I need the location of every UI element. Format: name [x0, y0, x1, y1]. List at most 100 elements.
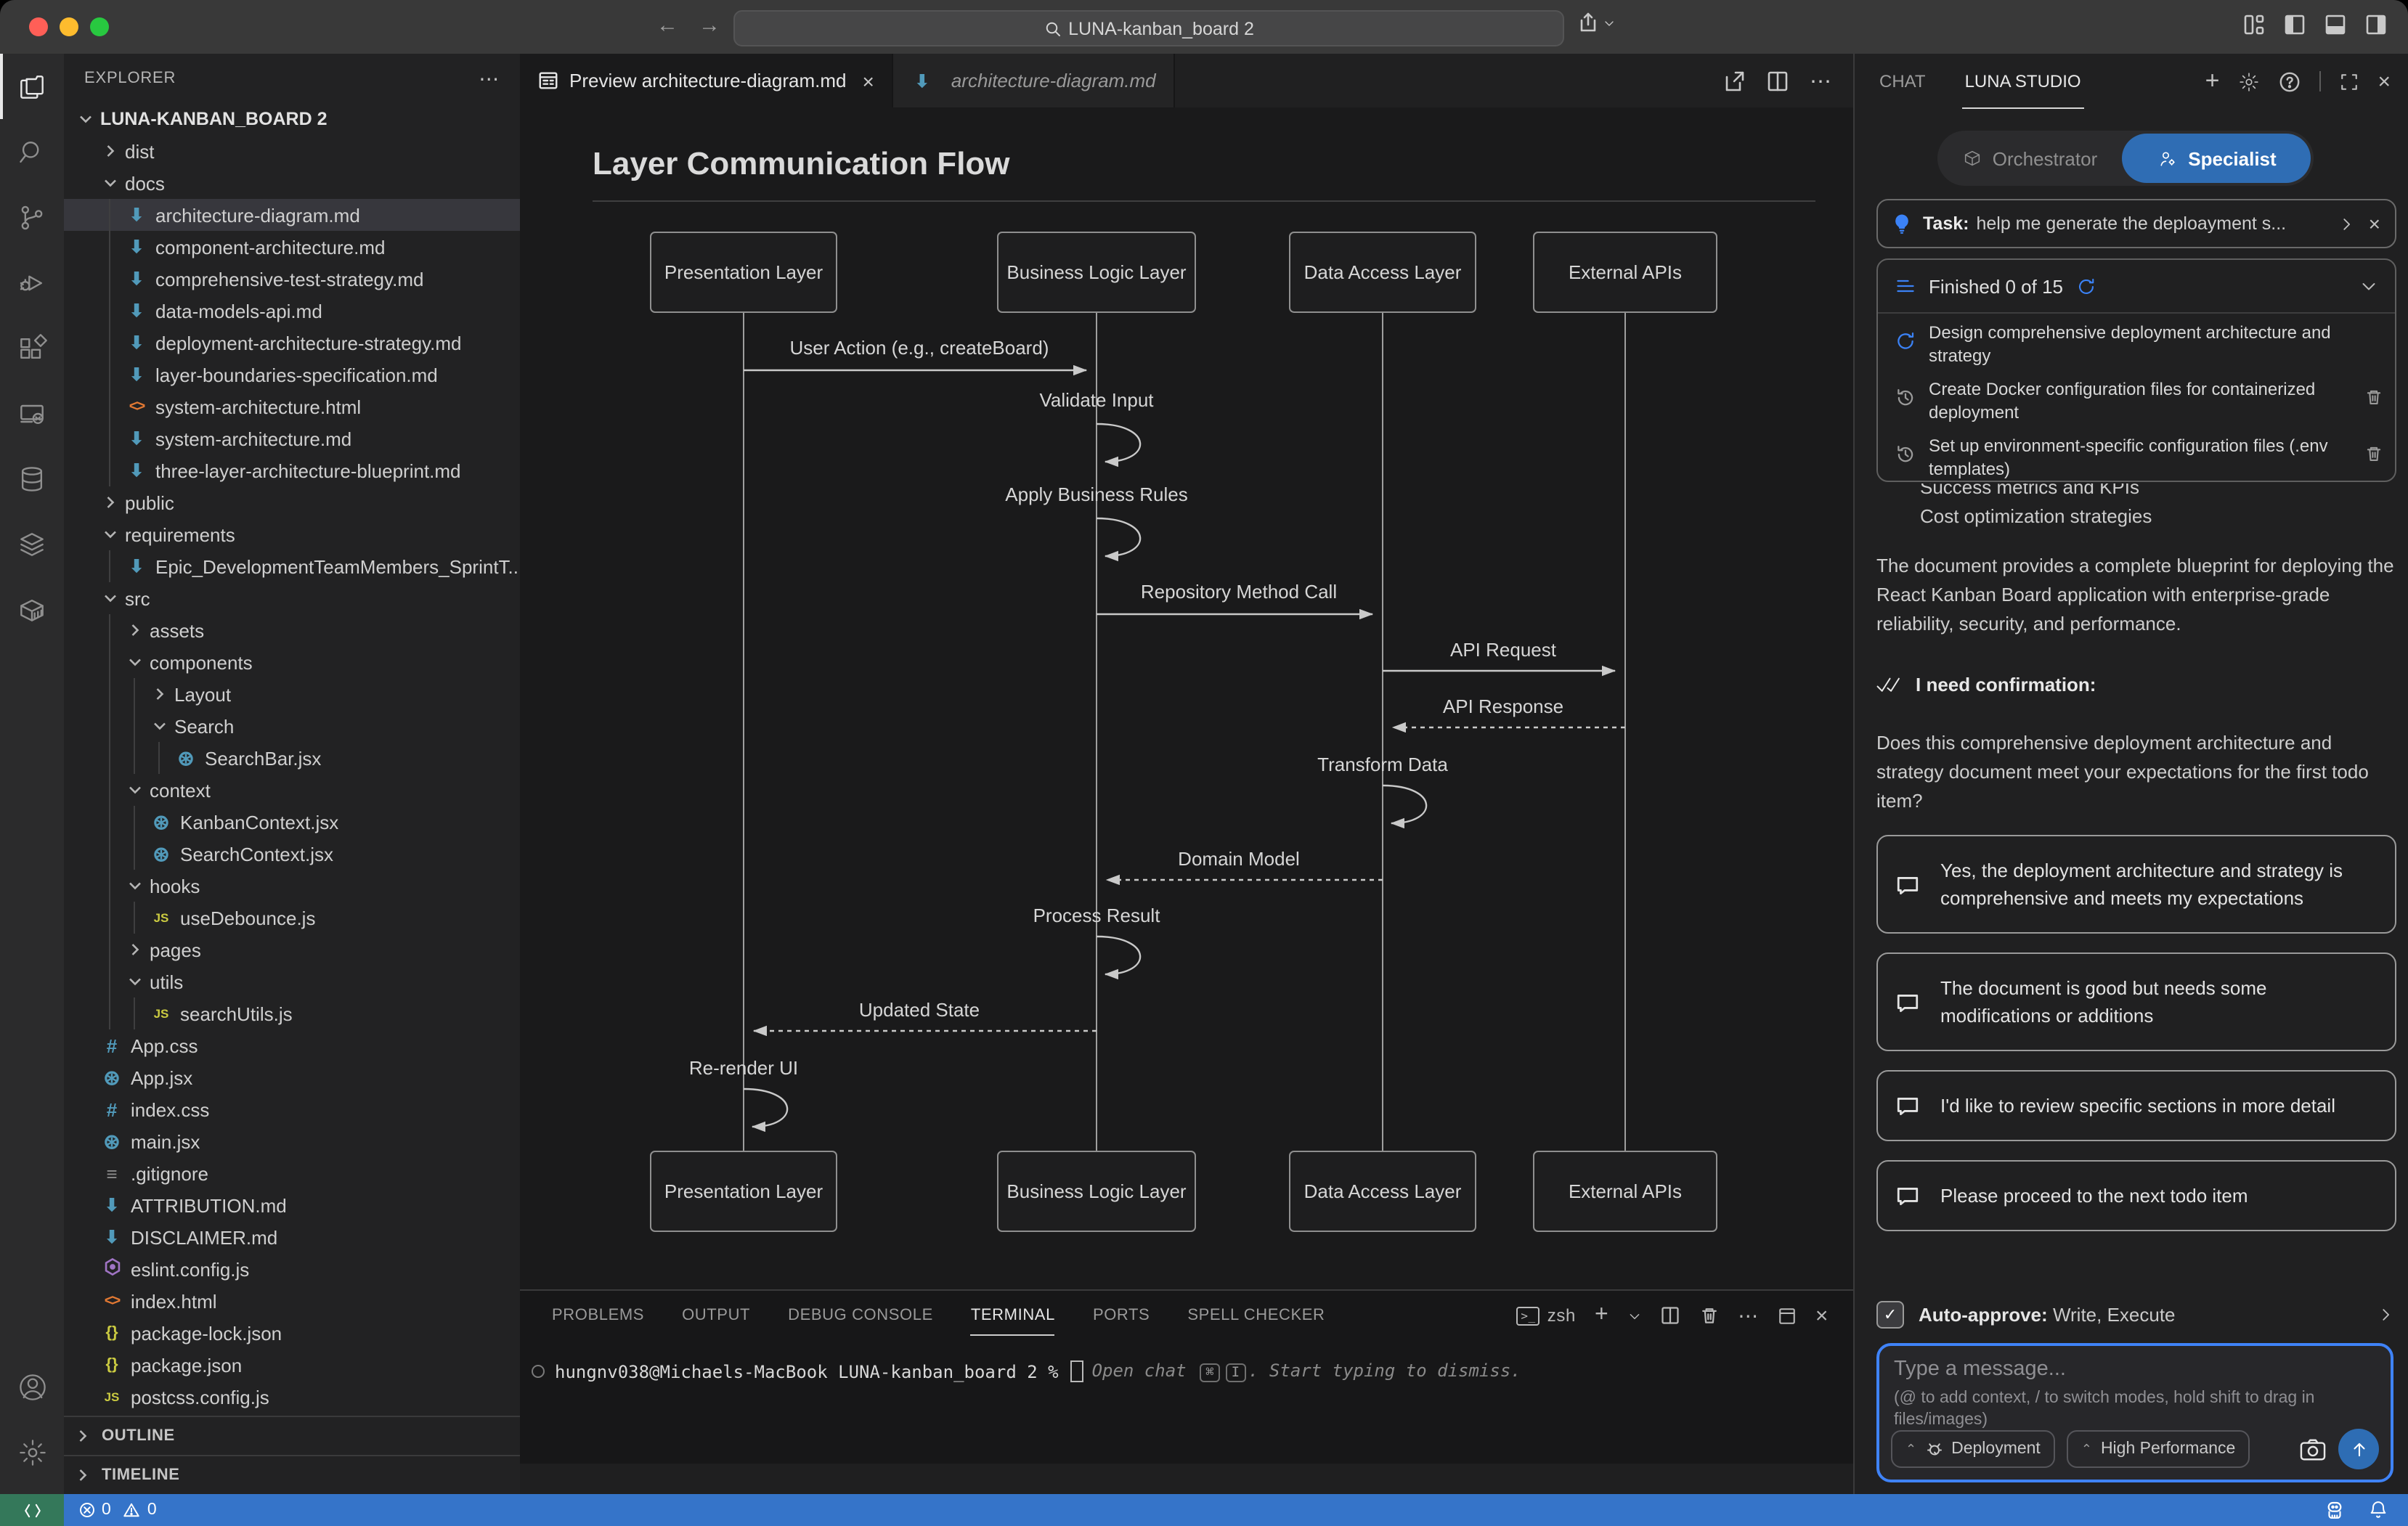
deployment-mode-pill[interactable]: ⌃ Deployment — [1891, 1430, 2055, 1468]
tree-item-components[interactable]: components — [64, 646, 520, 678]
auto-approve-expand-icon[interactable] — [2378, 1306, 2393, 1322]
tree-item-app-css[interactable]: #App.css — [64, 1029, 520, 1061]
panel-tab-debug-console[interactable]: DEBUG CONSOLE — [788, 1307, 933, 1324]
send-message-button[interactable] — [2338, 1429, 2379, 1469]
share-icon[interactable] — [1577, 12, 1615, 35]
source-control-activity-icon[interactable] — [0, 184, 64, 250]
split-editor-icon[interactable] — [1766, 69, 1789, 92]
tree-item-package-lock-json[interactable]: {}package-lock.json — [64, 1317, 520, 1349]
tree-item-requirements[interactable]: requirements — [64, 518, 520, 550]
delete-todo-icon[interactable] — [2364, 388, 2383, 407]
tree-item-architecture-diagram-md[interactable]: ⬇architecture-diagram.md — [64, 199, 520, 231]
tree-item-postcss-config-js[interactable]: JSpostcss.config.js — [64, 1381, 520, 1413]
tab-preview-architecture-diagram[interactable]: Preview architecture-diagram.md × — [520, 54, 893, 107]
split-terminal-icon[interactable] — [1659, 1305, 1680, 1326]
tree-item-assets[interactable]: assets — [64, 614, 520, 646]
tree-item-hooks[interactable]: hooks — [64, 870, 520, 902]
tree-item-index-html[interactable]: <>index.html — [64, 1285, 520, 1317]
tree-item-gitignore[interactable]: ≡.gitignore — [64, 1157, 520, 1189]
panel-tab-output[interactable]: OUTPUT — [682, 1307, 750, 1324]
tree-item-pages[interactable]: pages — [64, 934, 520, 966]
panel-tab-terminal[interactable]: TERMINAL — [971, 1307, 1055, 1336]
tree-item-index-css[interactable]: #index.css — [64, 1093, 520, 1125]
search-activity-icon[interactable] — [0, 119, 64, 184]
orchestrator-mode-button[interactable]: Orchestrator — [1937, 147, 2122, 169]
tree-item-eslint-config-js[interactable]: eslint.config.js — [64, 1253, 520, 1285]
option-button-proceed[interactable]: Please proceed to the next todo item — [1876, 1160, 2396, 1231]
toggle-panel-icon[interactable] — [2324, 13, 2347, 36]
remote-explorer-activity-icon[interactable] — [0, 380, 64, 446]
minimize-window-button[interactable] — [60, 17, 78, 36]
notifications-bell-icon[interactable] — [2369, 1500, 2388, 1520]
outline-section-header[interactable]: OUTLINE — [64, 1416, 520, 1455]
extensions-activity-icon[interactable] — [0, 315, 64, 380]
toggle-sidebar-icon[interactable] — [2283, 13, 2306, 36]
tree-item-layer-boundaries-specification-md[interactable]: ⬇layer-boundaries-specification.md — [64, 359, 520, 391]
tree-item-main-jsx[interactable]: ⊛main.jsx — [64, 1125, 520, 1157]
command-center-search[interactable]: LUNA-kanban_board 2 — [733, 10, 1564, 46]
tree-item-system-architecture-html[interactable]: <>system-architecture.html — [64, 391, 520, 423]
tree-item-searchutils-js[interactable]: JSsearchUtils.js — [64, 997, 520, 1029]
run-debug-activity-icon[interactable] — [0, 250, 64, 315]
help-icon[interactable] — [2279, 70, 2301, 92]
option-button-review[interactable]: I'd like to review specific sections in … — [1876, 1070, 2396, 1141]
terminal-more-actions-icon[interactable]: ⋯ — [1738, 1303, 1759, 1328]
option-button-modifications[interactable]: The document is good but needs some modi… — [1876, 952, 2396, 1051]
new-chat-icon[interactable]: + — [2205, 67, 2220, 96]
tree-item-dist[interactable]: dist — [64, 135, 520, 167]
tab-chat[interactable]: CHAT — [1879, 71, 1926, 91]
tree-item-app-jsx[interactable]: ⊛App.jsx — [64, 1061, 520, 1093]
tree-item-package-json[interactable]: {}package.json — [64, 1349, 520, 1381]
tree-item-epic-development-team[interactable]: ⬇Epic_DevelopmentTeamMembers_SprintT... — [64, 550, 520, 582]
container-activity-icon[interactable] — [0, 576, 64, 642]
assistant-robot-icon[interactable] — [2324, 1500, 2346, 1520]
tree-item-public[interactable]: public — [64, 486, 520, 518]
tree-item-layout[interactable]: Layout — [64, 678, 520, 710]
terminal-dropdown-icon[interactable] — [1627, 1309, 1640, 1322]
new-terminal-icon[interactable]: + — [1595, 1302, 1608, 1329]
tree-item-usedebounce-js[interactable]: JSuseDebounce.js — [64, 902, 520, 934]
tree-item-searchcontext-jsx[interactable]: ⊛SearchContext.jsx — [64, 838, 520, 870]
explorer-more-actions-icon[interactable]: ⋯ — [479, 66, 500, 91]
todo-collapse-chevron-icon[interactable] — [2360, 277, 2378, 295]
specialist-mode-button[interactable]: Specialist — [2122, 134, 2311, 183]
tree-item-docs[interactable]: docs — [64, 167, 520, 199]
close-tab-icon[interactable]: × — [862, 69, 874, 92]
tree-item-system-architecture-md[interactable]: ⬇system-architecture.md — [64, 423, 520, 454]
back-icon[interactable]: ← — [656, 13, 678, 38]
panel-tab-problems[interactable]: PROBLEMS — [552, 1307, 644, 1324]
auto-approve-checkbox[interactable]: ✓ — [1876, 1300, 1904, 1328]
remote-indicator[interactable] — [0, 1494, 64, 1526]
task-expand-chevron-icon[interactable] — [2338, 216, 2354, 232]
layers-activity-icon[interactable] — [0, 511, 64, 576]
todo-refresh-icon[interactable] — [2076, 277, 2095, 295]
tree-item-comprehensive-test-strategy-md[interactable]: ⬇comprehensive-test-strategy.md — [64, 263, 520, 295]
kill-terminal-icon[interactable] — [1699, 1305, 1719, 1326]
tree-item-three-layer-architecture-blueprint-md[interactable]: ⬇three-layer-architecture-blueprint.md — [64, 454, 520, 486]
terminal-shell-selector[interactable]: >_zsh — [1516, 1305, 1576, 1326]
database-activity-icon[interactable] — [0, 446, 64, 511]
zoom-window-button[interactable] — [90, 17, 109, 36]
explorer-activity-icon[interactable] — [0, 54, 64, 119]
todo-item[interactable]: Design comprehensive deployment architec… — [1878, 314, 2395, 370]
close-window-button[interactable] — [29, 17, 48, 36]
terminal-content[interactable]: hungnv038@Michaels-MacBook LUNA-kanban_b… — [532, 1360, 1855, 1382]
editor-more-actions-icon[interactable]: ⋯ — [1810, 68, 1831, 94]
close-panel-icon[interactable]: × — [1815, 1303, 1829, 1328]
panel-tab-ports[interactable]: PORTS — [1093, 1307, 1150, 1324]
tab-architecture-diagram-source[interactable]: ⬇ architecture-diagram.md — [893, 54, 1175, 107]
message-input[interactable]: Type a message... (@ to add context, / t… — [1876, 1343, 2393, 1482]
tree-item-attribution-md[interactable]: ⬇ATTRIBUTION.md — [64, 1189, 520, 1221]
tree-item-data-models-api-md[interactable]: ⬇data-models-api.md — [64, 295, 520, 327]
todo-item[interactable]: Set up environment-specific configuratio… — [1878, 427, 2395, 483]
settings-gear-icon[interactable] — [0, 1420, 64, 1485]
option-button-yes[interactable]: Yes, the deployment architecture and str… — [1876, 835, 2396, 934]
toggle-secondary-sidebar-icon[interactable] — [2364, 13, 2388, 36]
tab-luna-studio[interactable]: LUNA STUDIO — [1962, 54, 2084, 108]
forward-icon[interactable]: → — [699, 13, 720, 38]
tree-item-src[interactable]: src — [64, 582, 520, 614]
tree-item-searchbar-jsx[interactable]: ⊛SearchBar.jsx — [64, 742, 520, 774]
tree-item-component-architecture-md[interactable]: ⬇component-architecture.md — [64, 231, 520, 263]
tree-item-search-folder[interactable]: Search — [64, 710, 520, 742]
close-chat-icon[interactable]: × — [2378, 69, 2391, 94]
